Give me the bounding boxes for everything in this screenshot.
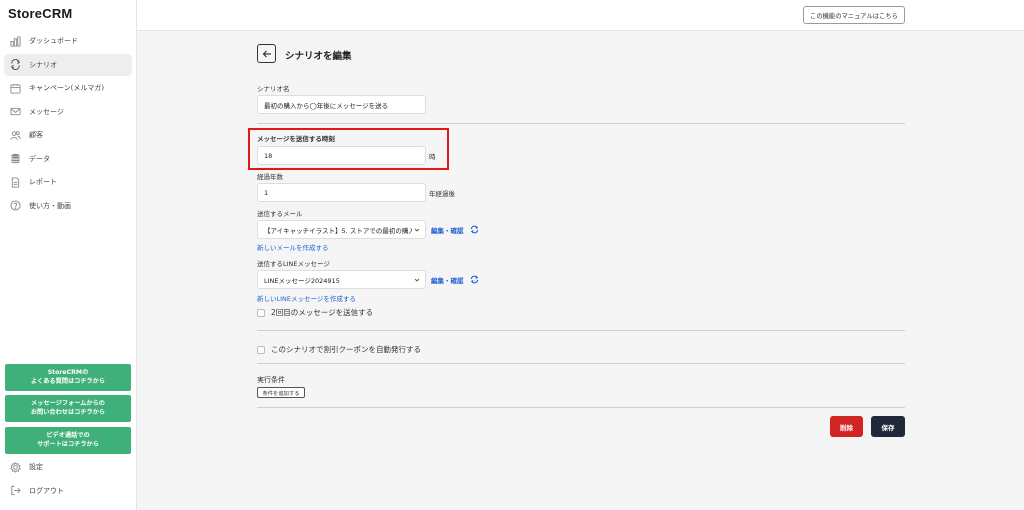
sidebar-nav: ダッシュボード シナリオ キャンペーン(メルマガ) メッセージ 顧客 データ レ…: [4, 30, 132, 218]
sidebar-item-message[interactable]: メッセージ: [4, 101, 132, 123]
coupon-label: このシナリオで割引クーポンを自動発行する: [271, 345, 421, 354]
divider: [257, 407, 905, 408]
topbar: この機能のマニュアルはこちら: [137, 0, 1024, 31]
sidebar-item-label: データ: [29, 154, 50, 163]
sidebar-item-report[interactable]: レポート: [4, 171, 132, 193]
logout-icon: [10, 485, 21, 496]
line-edit-link[interactable]: 編集・確認: [431, 275, 464, 285]
sidebar-item-data[interactable]: データ: [4, 148, 132, 170]
chevron-down-icon: [414, 278, 420, 282]
faq-button-line1: StoreCRMの: [47, 368, 89, 376]
mail-label: 送信するメール: [257, 210, 303, 218]
sidebar-item-label: シナリオ: [29, 60, 57, 69]
elapsed-years-label: 経過年数: [257, 173, 283, 181]
database-icon: [10, 153, 21, 164]
create-line-link[interactable]: 新しいLINEメッセージを作成する: [257, 293, 356, 303]
delete-button[interactable]: 削除: [830, 416, 863, 437]
help-icon: [10, 200, 21, 211]
refresh-icon: [10, 59, 21, 70]
faq-button-line2: よくある質問はコチラから: [30, 377, 106, 385]
line-refresh-icon[interactable]: [470, 275, 479, 284]
mail-edit-link[interactable]: 編集・確認: [431, 225, 464, 235]
sidebar-item-label: 顧客: [29, 131, 43, 139]
sidebar-item-label: レポート: [29, 178, 57, 186]
contact-button-line2: お問い合わせはコチラから: [30, 408, 106, 416]
sidebar-item-customers[interactable]: 顧客: [4, 124, 132, 146]
sidebar-item-dashboard[interactable]: ダッシュボード: [4, 30, 132, 52]
app-logo: StoreCRM: [8, 6, 73, 21]
back-button[interactable]: [257, 44, 276, 63]
sidebar-item-label: 使い方・動画: [29, 201, 71, 210]
video-button-line2: サポートはコチラから: [37, 440, 99, 448]
arrow-left-icon: [262, 50, 271, 57]
highlight-box: [248, 128, 449, 170]
document-icon: [10, 176, 21, 188]
mail-select[interactable]: 【アイキャッチイラスト】5. ストアでの最初の購入から: [257, 220, 426, 239]
line-label: 送信するLINEメッセージ: [257, 260, 330, 268]
sidebar-item-campaign[interactable]: キャンペーン(メルマガ): [4, 77, 132, 99]
line-select-value: LINEメッセージ2024915: [264, 276, 340, 285]
sidebar-item-label: 設定: [29, 463, 43, 471]
users-icon: [10, 130, 21, 141]
mail-refresh-icon[interactable]: [470, 225, 479, 234]
video-button-line1: ビデオ通話での: [46, 431, 90, 439]
page-title: シナリオを編集: [285, 51, 352, 62]
line-select[interactable]: LINEメッセージ2024915: [257, 270, 426, 289]
second-message-label: 2回目のメッセージを送信する: [271, 308, 374, 317]
second-message-checkbox-row[interactable]: 2回目のメッセージを送信する: [257, 307, 373, 318]
add-condition-button[interactable]: 条件を追加する: [257, 387, 305, 398]
mail-select-value: 【アイキャッチイラスト】5. ストアでの最初の購入から: [264, 226, 412, 235]
elapsed-years-suffix: 年経過後: [429, 190, 455, 198]
elapsed-years-input[interactable]: 1: [257, 183, 426, 202]
sidebar-item-help[interactable]: 使い方・動画: [4, 195, 132, 217]
video-support-button[interactable]: ビデオ通話での サポートはコチラから: [5, 427, 131, 454]
sidebar-item-label: メッセージ: [29, 107, 64, 116]
sidebar: StoreCRM ダッシュボード シナリオ キャンペーン(メルマガ) メッセージ: [0, 0, 137, 510]
sidebar-item-label: ダッシュボード: [29, 37, 78, 45]
create-mail-link[interactable]: 新しいメールを作成する: [257, 242, 329, 252]
calendar-icon: [10, 83, 21, 94]
divider: [257, 363, 905, 364]
scenario-name-input[interactable]: 最初の購入から◯年後にメッセージを送る: [257, 95, 426, 114]
gear-icon: [10, 461, 21, 473]
manual-button[interactable]: この機能のマニュアルはこちら: [803, 6, 905, 24]
contact-button-line1: メッセージフォームからの: [31, 399, 105, 407]
second-message-checkbox[interactable]: [257, 308, 265, 317]
chart-icon: [10, 35, 21, 47]
save-button[interactable]: 保存: [871, 416, 905, 437]
faq-button[interactable]: StoreCRMの よくある質問はコチラから: [5, 364, 131, 391]
conditions-label: 実行条件: [257, 376, 285, 384]
sidebar-item-label: ログアウト: [29, 486, 64, 495]
coupon-checkbox[interactable]: [257, 345, 265, 354]
divider: [257, 330, 905, 331]
sidebar-item-scenario[interactable]: シナリオ: [4, 53, 132, 76]
mail-icon: [10, 106, 21, 117]
sidebar-item-settings[interactable]: 設定: [4, 456, 132, 478]
sidebar-bottom-nav: 設定 ログアウト: [4, 456, 132, 503]
scenario-name-label: シナリオ名: [257, 85, 290, 93]
coupon-checkbox-row[interactable]: このシナリオで割引クーポンを自動発行する: [257, 344, 421, 355]
sidebar-item-logout[interactable]: ログアウト: [4, 480, 132, 502]
sidebar-item-label: キャンペーン(メルマガ): [29, 84, 105, 92]
divider: [257, 123, 905, 124]
contact-form-button[interactable]: メッセージフォームからの お問い合わせはコチラから: [5, 395, 131, 422]
chevron-down-icon: [414, 228, 420, 232]
